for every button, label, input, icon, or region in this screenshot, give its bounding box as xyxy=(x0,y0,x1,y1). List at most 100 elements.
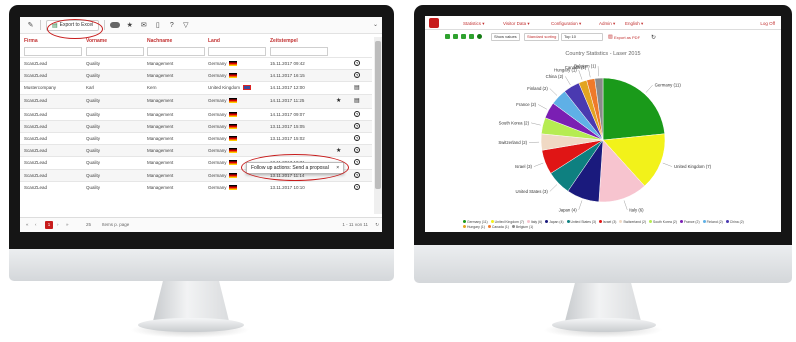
cell-zeit: 15.11.2017 09:42 xyxy=(270,61,305,66)
table-header: Firma Vorname Nachname Land Zeitstempel xyxy=(20,37,372,45)
table-row[interactable]: ScanZLead Quality Management Germany 13.11.2… xyxy=(20,131,372,144)
filter-icon[interactable]: ▽ xyxy=(181,21,190,30)
help-icon[interactable]: ? xyxy=(354,147,360,154)
legend-item[interactable]: Canada (1) xyxy=(487,225,509,230)
slice-leader-line xyxy=(662,162,673,167)
cell-firma: ScanZLead xyxy=(24,123,48,129)
cell-land: Germany xyxy=(208,61,227,66)
slice-label: United States (3) xyxy=(516,189,549,194)
table-row[interactable]: ScanZLead Quality Management Germany 13.11.2… xyxy=(20,180,372,193)
table-row[interactable]: ScanZLead Quality Management Germany 14.11.2… xyxy=(20,107,372,120)
legend-swatch xyxy=(463,220,466,223)
cell-zeit: 14.11.2017 11:25 xyxy=(270,97,305,103)
left-screen: ✎ ▤ Export to Excel ★ ✉ ▯ ? ▽ ⌄ Firma Vo… xyxy=(20,17,382,232)
legend-label: Germany (11) xyxy=(467,220,488,224)
cell-land: Germany xyxy=(208,123,227,129)
star-icon[interactable]: ★ xyxy=(336,147,341,154)
highlight-ring-export xyxy=(47,19,103,39)
filter-input-zeitstempel[interactable] xyxy=(270,47,328,56)
help-icon[interactable]: ? xyxy=(167,21,176,30)
legend-item[interactable]: Switzerland (2) xyxy=(619,220,646,225)
cell-land: Germany xyxy=(208,73,227,79)
legend-item[interactable]: Hungary (1) xyxy=(463,225,485,230)
filter-input-nachname[interactable] xyxy=(147,47,205,56)
cell-firma: ScanZLead xyxy=(24,97,48,103)
next-page-button[interactable]: › xyxy=(57,222,59,227)
page-button-1[interactable]: 1 xyxy=(45,221,53,229)
table-row[interactable]: ScanZLead Quality Management Germany 13.11.2… xyxy=(20,119,372,132)
chart-legend: Germany (11) United Kingdom (7) Italy (6) J… xyxy=(463,220,755,230)
note-icon[interactable]: ▤ xyxy=(354,97,360,104)
cell-vorname: Quality xyxy=(86,73,101,79)
per-page-select[interactable]: 25 xyxy=(86,222,91,227)
germany-flag-icon xyxy=(229,111,237,117)
slice-leader-line xyxy=(597,66,599,77)
right-screen: Statistics ▾ Visitor Data ▾ Configuratio… xyxy=(425,16,781,232)
table-row[interactable]: Mustercompany Karl Kern United Kingdom 14.11… xyxy=(20,81,372,93)
slice-label: South Korea (2) xyxy=(499,120,530,125)
help-icon[interactable]: ? xyxy=(354,159,360,166)
right-monitor-base xyxy=(552,318,656,332)
help-icon[interactable]: ? xyxy=(354,134,360,141)
legend-item[interactable]: Japan (4) xyxy=(545,220,564,225)
last-page-button[interactable]: » xyxy=(66,222,69,227)
legend-item[interactable]: Belgium (1) xyxy=(511,225,533,230)
vertical-scrollbar[interactable] xyxy=(374,37,382,214)
col-header-zeitstempel[interactable]: Zeitstempel xyxy=(270,38,298,44)
legend-swatch xyxy=(526,220,530,223)
table-row[interactable]: ScanZLead Quality Management Germany 15.11.2… xyxy=(20,57,372,69)
toggle-icon[interactable] xyxy=(110,22,121,28)
legend-item[interactable]: South Korea (2) xyxy=(649,220,677,225)
col-header-vorname[interactable]: Vorname xyxy=(86,38,107,44)
divider xyxy=(104,20,106,30)
star-icon[interactable]: ★ xyxy=(125,21,134,30)
document-icon[interactable]: ▯ xyxy=(153,21,162,30)
germany-flag-icon xyxy=(229,61,237,66)
help-icon[interactable]: ? xyxy=(354,72,360,79)
slice-label: Finland (2) xyxy=(527,86,548,91)
table-row[interactable]: ScanZLead Quality Management Germany 14.11.2… xyxy=(20,69,372,82)
highlight-ring-popup xyxy=(241,154,349,181)
left-monitor-chin xyxy=(9,249,394,281)
cell-vorname: Quality xyxy=(86,111,101,117)
edit-icon[interactable]: ✎ xyxy=(26,21,35,30)
help-icon[interactable]: ? xyxy=(354,60,360,66)
slice-label: France (2) xyxy=(516,102,536,107)
slice-label: Germany (11) xyxy=(655,83,682,88)
scene: ✎ ▤ Export to Excel ★ ✉ ▯ ? ▽ ⌄ Firma Vo… xyxy=(0,0,796,342)
refresh-icon[interactable]: ↻ xyxy=(375,222,379,228)
col-header-nachname[interactable]: Nachname xyxy=(147,38,172,44)
col-header-land[interactable]: Land xyxy=(208,38,220,44)
note-icon[interactable]: ▤ xyxy=(354,84,360,91)
cell-firma: ScanZLead xyxy=(24,135,48,141)
legend-swatch xyxy=(619,220,623,223)
filter-input-land[interactable] xyxy=(208,47,266,56)
prev-page-button[interactable]: ‹ xyxy=(35,222,37,227)
cell-zeit: 14.11.2017 09:07 xyxy=(270,111,305,117)
legend-item[interactable]: United States (3) xyxy=(566,220,596,225)
star-icon[interactable]: ★ xyxy=(336,97,341,104)
cell-nachname: Management xyxy=(147,184,174,190)
uk-flag-icon xyxy=(243,85,251,91)
slice-leader-line xyxy=(538,104,547,110)
filter-input-vorname[interactable] xyxy=(86,47,144,56)
legend-item[interactable]: Israel (3) xyxy=(598,220,616,225)
slice-label: United Kingdom (7) xyxy=(674,164,712,169)
help-icon[interactable]: ? xyxy=(354,171,360,178)
scrollbar-thumb[interactable] xyxy=(375,41,381,189)
cell-firma: ScanZLead xyxy=(24,184,48,190)
cell-land: Germany xyxy=(208,184,227,190)
help-icon[interactable]: ? xyxy=(354,183,360,190)
legend-item[interactable]: China (2) xyxy=(725,220,744,225)
help-icon[interactable]: ? xyxy=(354,110,360,117)
legend-item[interactable]: France (2) xyxy=(679,220,700,225)
chevron-down-icon[interactable]: ⌄ xyxy=(373,21,378,28)
mail-icon[interactable]: ✉ xyxy=(139,21,148,30)
col-header-firma[interactable]: Firma xyxy=(24,38,38,44)
table-row[interactable]: ScanZLead Quality Management Germany 14.11.2… xyxy=(20,93,372,108)
first-page-button[interactable]: « xyxy=(26,222,29,227)
help-icon[interactable]: ? xyxy=(354,122,360,129)
legend-item[interactable]: Finland (2) xyxy=(702,220,723,225)
slice-leader-line xyxy=(549,88,558,96)
filter-input-firma[interactable] xyxy=(24,47,82,56)
